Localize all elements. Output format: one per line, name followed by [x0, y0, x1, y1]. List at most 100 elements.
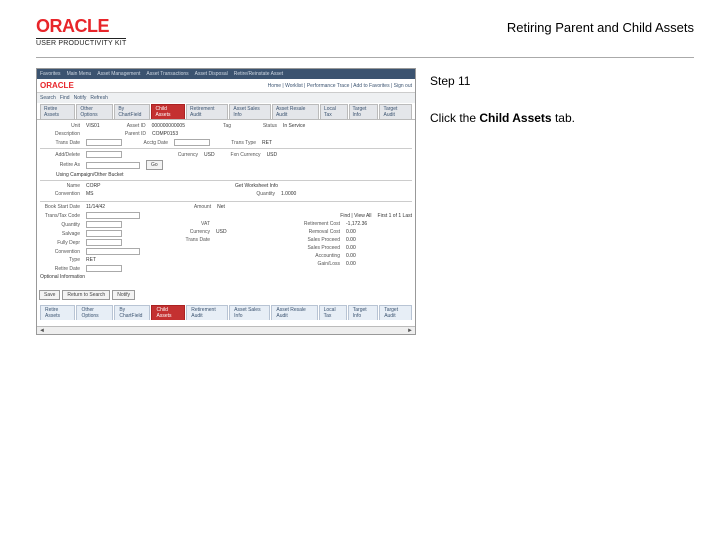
- label-vat: VAT: [170, 221, 210, 227]
- tab-asset-sales-info[interactable]: Asset Sales Info: [229, 104, 271, 119]
- label-trans-date: Trans Date: [40, 140, 80, 146]
- select-convention[interactable]: [86, 248, 140, 255]
- value-convention: MS: [86, 191, 94, 197]
- scroll-right-icon[interactable]: ►: [407, 328, 413, 334]
- instruction-prefix: Click the: [430, 111, 479, 125]
- instruction-suffix: tab.: [552, 111, 575, 125]
- mini-oracle-logo: ORACLE: [40, 81, 74, 90]
- tab-by-chartfield[interactable]: By ChartField: [114, 104, 150, 119]
- input-quantity[interactable]: [86, 221, 122, 228]
- link-find-viewall[interactable]: Find | View All: [340, 213, 371, 219]
- subtab-target-info[interactable]: Target Info: [348, 305, 378, 320]
- toolbar-item[interactable]: Notify: [74, 95, 87, 101]
- label-name: Name: [40, 183, 80, 189]
- value-fxn-currency: USD: [267, 152, 278, 158]
- input-acctg-date[interactable]: [174, 139, 210, 146]
- value-quantity: 1.0000: [281, 191, 296, 197]
- top-nav: Favorites Main Menu Asset Management Ass…: [37, 69, 415, 79]
- go-button[interactable]: Go: [146, 160, 163, 170]
- nav-item[interactable]: Asset Management: [97, 71, 140, 77]
- nav-item[interactable]: Main Menu: [67, 71, 92, 77]
- notify-button[interactable]: Notify: [112, 290, 135, 300]
- value-sales-proceed: 0.00: [346, 237, 356, 243]
- brand-subtitle: USER PRODUCTIVITY KIT: [36, 38, 126, 47]
- select-retire-as[interactable]: [86, 162, 140, 169]
- label-convention2: Convention: [40, 249, 80, 255]
- input-fully-depr[interactable]: [86, 239, 122, 246]
- label-accounting: Accounting: [300, 253, 340, 259]
- subtab-child-assets[interactable]: Child Assets: [151, 305, 185, 320]
- label-sales-proceed: Sales Proceed: [300, 237, 340, 243]
- horizontal-scrollbar[interactable]: ◄ ►: [37, 326, 415, 334]
- value-trans-type: RET: [262, 140, 272, 146]
- input-salvage[interactable]: [86, 230, 122, 237]
- label-trans-type: Trans Type: [216, 140, 256, 146]
- input-add-delete[interactable]: [86, 151, 122, 158]
- nav-item[interactable]: Favorites: [40, 71, 61, 77]
- select-trans-code[interactable]: [86, 212, 140, 219]
- label-removal-cost: Removal Cost: [300, 229, 340, 235]
- value-currency: USD: [204, 152, 215, 158]
- step-instruction: Click the Child Assets tab.: [430, 110, 694, 127]
- label-trans-date2: Trans Date: [170, 237, 210, 243]
- label-unit: Unit: [40, 123, 80, 129]
- value-accounting: 0.00: [346, 253, 356, 259]
- instruction-bold: Child Assets: [479, 111, 551, 125]
- label-parent-id: Parent ID: [86, 131, 146, 137]
- tab-local-tax[interactable]: Local Tax: [320, 104, 348, 119]
- tab-asset-resale-audit[interactable]: Asset Resale Audit: [272, 104, 319, 119]
- label-retirement-cost: Retirement Cost: [300, 221, 340, 227]
- subtab-target-audit[interactable]: Target Audit: [379, 305, 412, 320]
- label-fxn-currency: Fxn Currency: [221, 152, 261, 158]
- tab-target-audit[interactable]: Target Audit: [379, 104, 412, 119]
- tab-retire-assets[interactable]: Retire Assets: [40, 104, 75, 119]
- scroll-left-icon[interactable]: ◄: [39, 328, 45, 334]
- checkbox-label-bucket[interactable]: Using Campaign/Other Bucket: [56, 172, 124, 178]
- value-asset-id: 000000000005: [152, 123, 185, 129]
- nav-item[interactable]: Retire/Reinstate Asset: [234, 71, 283, 77]
- toolbar: Search Find Notify Refresh: [37, 93, 415, 103]
- tab-retirement-audit[interactable]: Retirement Audit: [186, 104, 228, 119]
- tab-target-info[interactable]: Target Info: [349, 104, 379, 119]
- subtab-asset-resale-audit[interactable]: Asset Resale Audit: [271, 305, 317, 320]
- nav-item[interactable]: Asset Transactions: [146, 71, 188, 77]
- label-quantity: Quantity: [235, 191, 275, 197]
- value-retirement-cost: -1,172.36: [346, 221, 367, 227]
- toolbar-item[interactable]: Search: [40, 95, 56, 101]
- label-quantity2: Quantity: [40, 222, 80, 228]
- value-type: RET: [86, 257, 96, 263]
- input-trans-date[interactable]: [86, 139, 122, 146]
- header-links[interactable]: Home | Worklist | Performance Trace | Ad…: [268, 83, 412, 89]
- label-tag: Tag: [191, 123, 231, 129]
- input-retire-date[interactable]: [86, 265, 122, 272]
- toolbar-item[interactable]: Find: [60, 95, 70, 101]
- value-amount: Net: [217, 204, 225, 210]
- label-retire-as: Retire As: [40, 162, 80, 168]
- nav-item[interactable]: Asset Disposal: [195, 71, 228, 77]
- subtab-local-tax[interactable]: Local Tax: [319, 305, 347, 320]
- subtab-asset-sales-info[interactable]: Asset Sales Info: [229, 305, 270, 320]
- label-amount: Amount: [111, 204, 211, 210]
- subtab-by-chartfield[interactable]: By ChartField: [114, 305, 150, 320]
- label-gain-loss: Gain/Loss: [300, 261, 340, 267]
- subtab-retire-assets[interactable]: Retire Assets: [40, 305, 75, 320]
- label-first-last: First 1 of 1 Last: [378, 213, 412, 219]
- link-optional-info[interactable]: Optional Information: [40, 274, 85, 280]
- tab-child-assets[interactable]: Child Assets: [151, 104, 185, 119]
- footer-tablinks: Retire Assets Other Options By ChartFiel…: [37, 304, 415, 320]
- subtab-other-options[interactable]: Other Options: [76, 305, 113, 320]
- label-add-delete: Add/Delete: [40, 152, 80, 158]
- link-get-worksheet[interactable]: Get Worksheet Info: [235, 183, 278, 189]
- label-retire-date: Retire Date: [40, 266, 80, 272]
- subtab-retirement-audit[interactable]: Retirement Audit: [186, 305, 228, 320]
- label-fully-depr: Fully Depr: [40, 240, 80, 246]
- save-button[interactable]: Save: [39, 290, 60, 300]
- toolbar-item[interactable]: Refresh: [90, 95, 108, 101]
- label-salvage: Salvage: [40, 231, 80, 237]
- tab-other-options[interactable]: Other Options: [76, 104, 113, 119]
- return-to-search-button[interactable]: Return to Search: [62, 290, 110, 300]
- label-book-start: Book Start Date: [40, 204, 80, 210]
- value-removal-cost: 0.00: [346, 229, 356, 235]
- label-description: Description: [40, 131, 80, 137]
- value-gain-loss: 0.00: [346, 261, 356, 267]
